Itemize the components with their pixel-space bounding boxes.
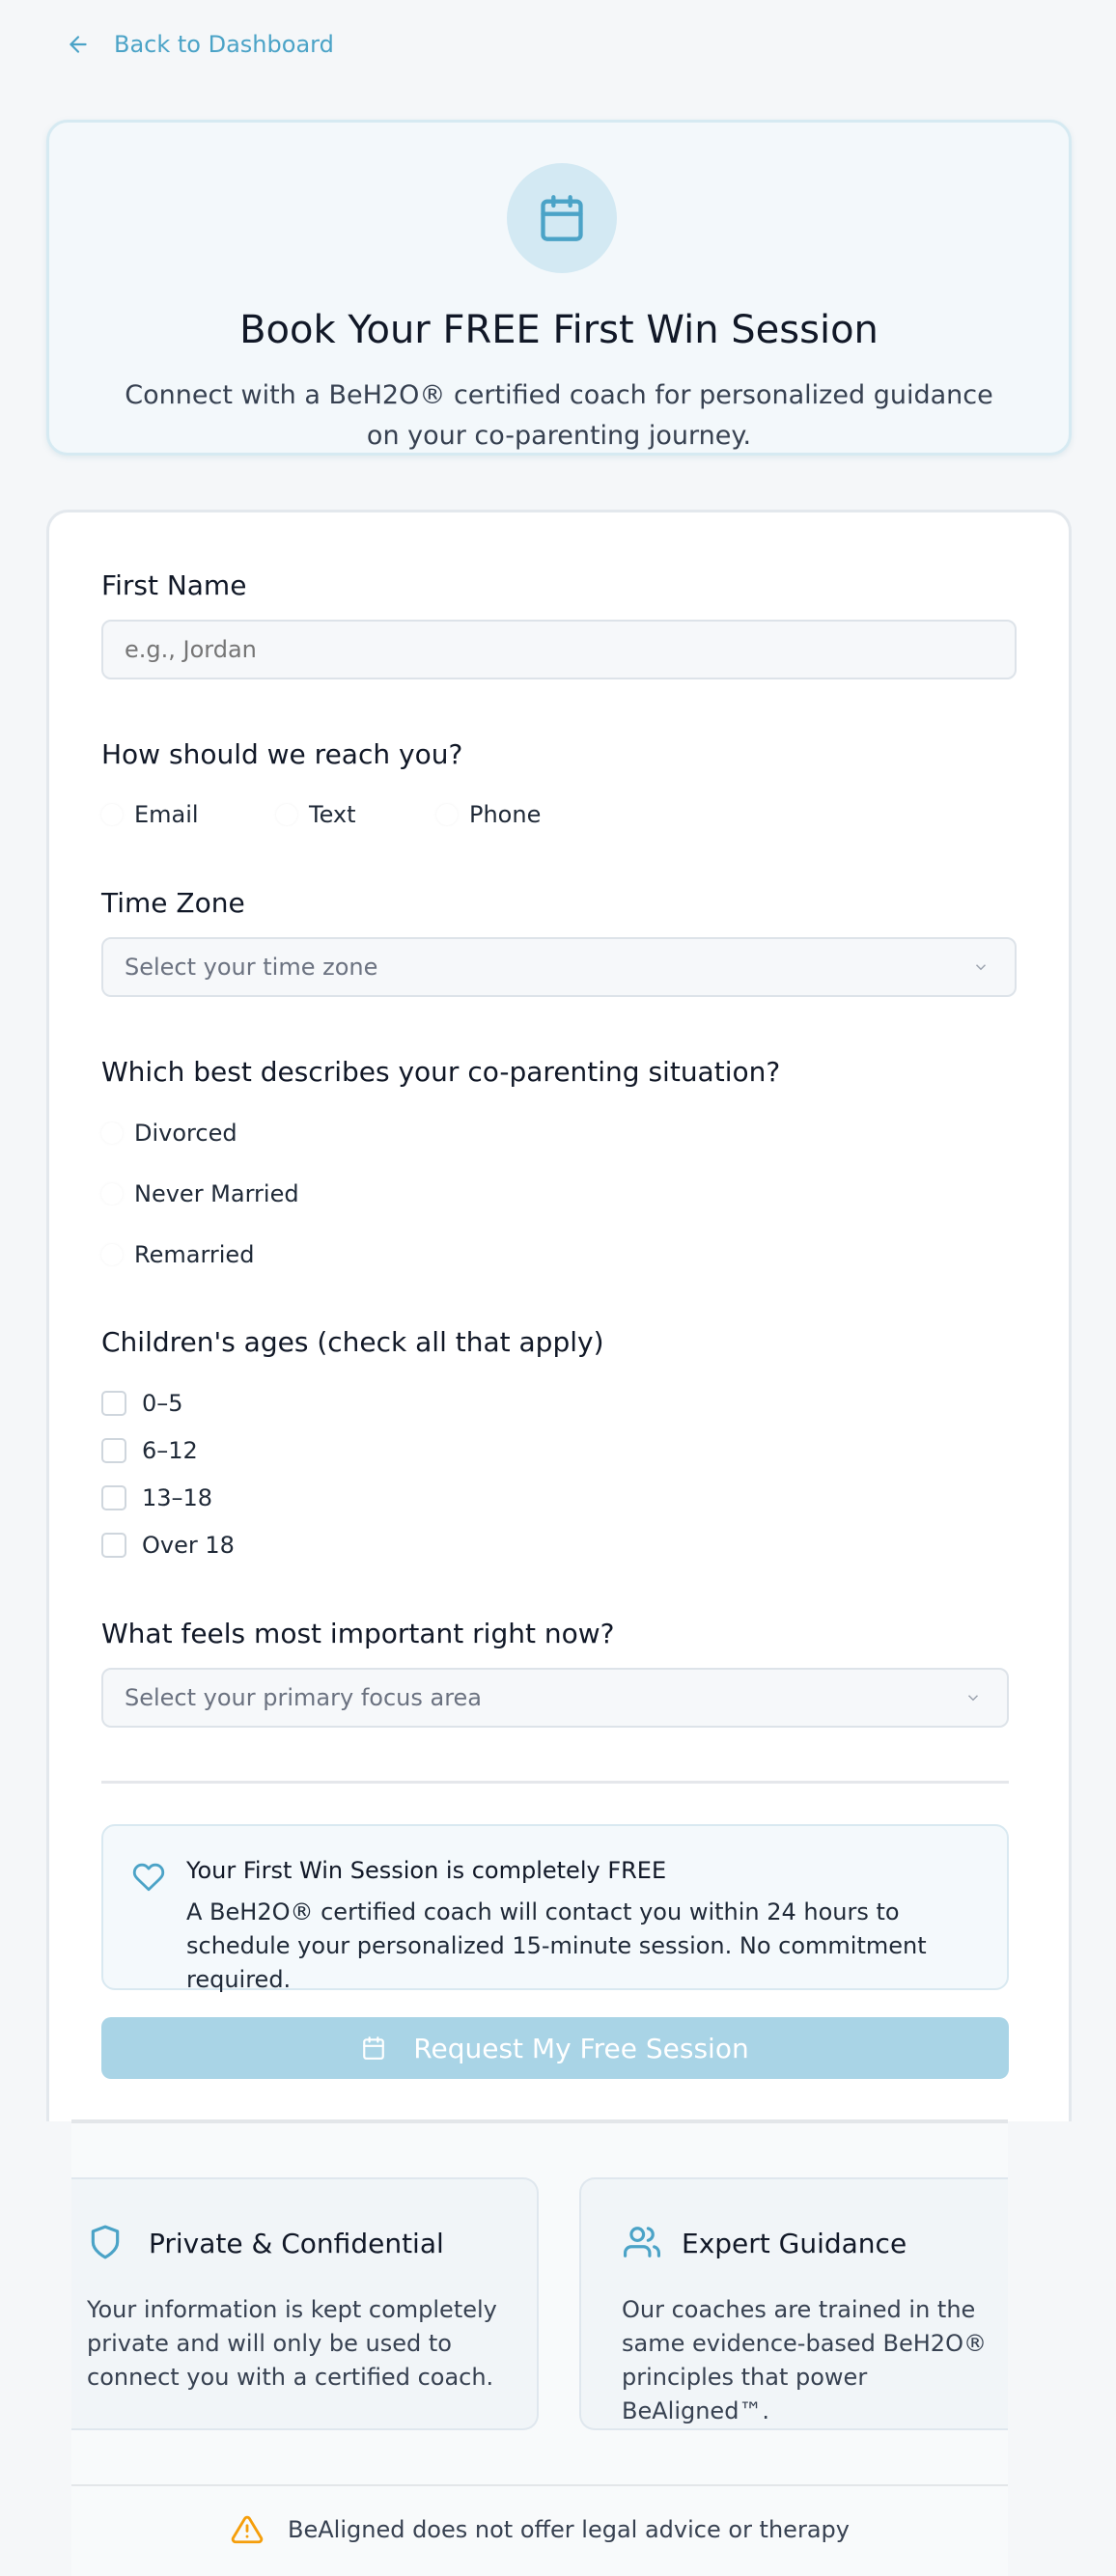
contact-radio-phone[interactable]: Phone bbox=[436, 801, 541, 828]
children-ages-label: Children's ages (check all that apply) bbox=[101, 1326, 604, 1358]
time-zone-select[interactable]: Select your time zone bbox=[101, 937, 1017, 997]
radio-circle[interactable] bbox=[101, 804, 123, 825]
situation-radio-remarried[interactable]: Remarried bbox=[101, 1241, 254, 1268]
free-session-info-box: Your First Win Session is completely FRE… bbox=[101, 1824, 1009, 1993]
page-title: Book Your FREE First Win Session bbox=[239, 308, 879, 352]
radio-label: Remarried bbox=[134, 1241, 255, 1268]
checkbox-label: Over 18 bbox=[142, 1532, 235, 1559]
features-section: Private & Confidential Your information … bbox=[71, 2119, 1008, 2576]
hero-card: Book Your FREE First Win Session Connect… bbox=[46, 120, 1072, 456]
heart-icon bbox=[132, 1863, 165, 1892]
disclaimer: BeAligned does not offer legal advice or… bbox=[71, 2513, 1008, 2546]
info-text: A BeH2O® certified coach will contact yo… bbox=[186, 1898, 927, 1993]
checkbox[interactable] bbox=[101, 1533, 126, 1558]
hero-icon-circle bbox=[507, 163, 617, 273]
page-subtitle: Connect with a BeH2O® certified coach fo… bbox=[125, 380, 993, 451]
users-icon bbox=[624, 2227, 660, 2257]
feature-card-private: Private & Confidential Your information … bbox=[71, 2177, 539, 2430]
radio-label: Phone bbox=[469, 801, 542, 828]
feature-card-expert: Expert Guidance Our coaches are trained … bbox=[579, 2177, 1008, 2430]
situation-radio-divorced[interactable]: Divorced bbox=[101, 1120, 237, 1147]
situation-radio-never-married[interactable]: Never Married bbox=[101, 1180, 299, 1207]
feature-text: Our coaches are trained in the same evid… bbox=[622, 2296, 987, 2424]
feature-title: Private & Confidential bbox=[149, 2228, 444, 2259]
checkbox[interactable] bbox=[101, 1485, 126, 1510]
focus-area-placeholder: Select your primary focus area bbox=[125, 1684, 483, 1711]
contact-radio-email[interactable]: Email bbox=[101, 801, 199, 828]
contact-method-label: How should we reach you? bbox=[101, 738, 463, 770]
checkbox-label: 6–12 bbox=[142, 1437, 198, 1464]
time-zone-label: Time Zone bbox=[101, 887, 245, 919]
chevron-down-icon bbox=[967, 1695, 979, 1702]
arrow-left-icon bbox=[70, 36, 87, 53]
form-divider bbox=[101, 1781, 1009, 1784]
radio-circle[interactable] bbox=[436, 804, 458, 825]
checkbox-label: 0–5 bbox=[142, 1390, 183, 1417]
radio-label: Text bbox=[309, 801, 356, 828]
disclaimer-divider bbox=[71, 2484, 1008, 2486]
feature-title: Expert Guidance bbox=[682, 2228, 907, 2259]
calendar-icon bbox=[541, 195, 583, 241]
submit-label: Request My Free Session bbox=[413, 2032, 749, 2064]
shield-icon bbox=[91, 2225, 120, 2259]
back-link-label: Back to Dashboard bbox=[114, 31, 334, 58]
radio-circle[interactable] bbox=[101, 1122, 123, 1144]
back-to-dashboard-link[interactable]: Back to Dashboard bbox=[66, 31, 334, 58]
radio-circle[interactable] bbox=[276, 804, 297, 825]
checkbox[interactable] bbox=[101, 1391, 126, 1416]
info-title: Your First Win Session is completely FRE… bbox=[186, 1857, 667, 1884]
age-checkbox-6-12[interactable]: 6–12 bbox=[101, 1437, 198, 1464]
warning-icon bbox=[231, 2515, 264, 2544]
calendar-icon bbox=[363, 2036, 385, 2060]
chevron-down-icon bbox=[975, 964, 987, 971]
age-checkbox-0-5[interactable]: 0–5 bbox=[101, 1390, 183, 1417]
situation-label: Which best describes your co-parenting s… bbox=[101, 1056, 781, 1088]
radio-label: Divorced bbox=[134, 1120, 237, 1147]
contact-radio-text[interactable]: Text bbox=[276, 801, 356, 828]
checkbox[interactable] bbox=[101, 1438, 126, 1463]
first-name-label: First Name bbox=[101, 569, 247, 601]
focus-area-label: What feels most important right now? bbox=[101, 1618, 615, 1649]
radio-circle[interactable] bbox=[101, 1244, 123, 1265]
age-checkbox-over-18[interactable]: Over 18 bbox=[101, 1532, 235, 1559]
first-name-input[interactable] bbox=[101, 620, 1017, 679]
feature-text: Your information is kept completely priv… bbox=[87, 2296, 497, 2391]
time-zone-placeholder: Select your time zone bbox=[125, 954, 378, 981]
checkbox-label: 13–18 bbox=[142, 1484, 213, 1511]
radio-label: Never Married bbox=[134, 1180, 299, 1207]
age-checkbox-13-18[interactable]: 13–18 bbox=[101, 1484, 212, 1511]
disclaimer-text: BeAligned does not offer legal advice or… bbox=[288, 2516, 850, 2543]
radio-label: Email bbox=[134, 801, 199, 828]
request-session-button[interactable]: Request My Free Session bbox=[101, 2017, 1009, 2079]
radio-circle[interactable] bbox=[101, 1183, 123, 1205]
focus-area-select[interactable]: Select your primary focus area bbox=[101, 1668, 1009, 1728]
